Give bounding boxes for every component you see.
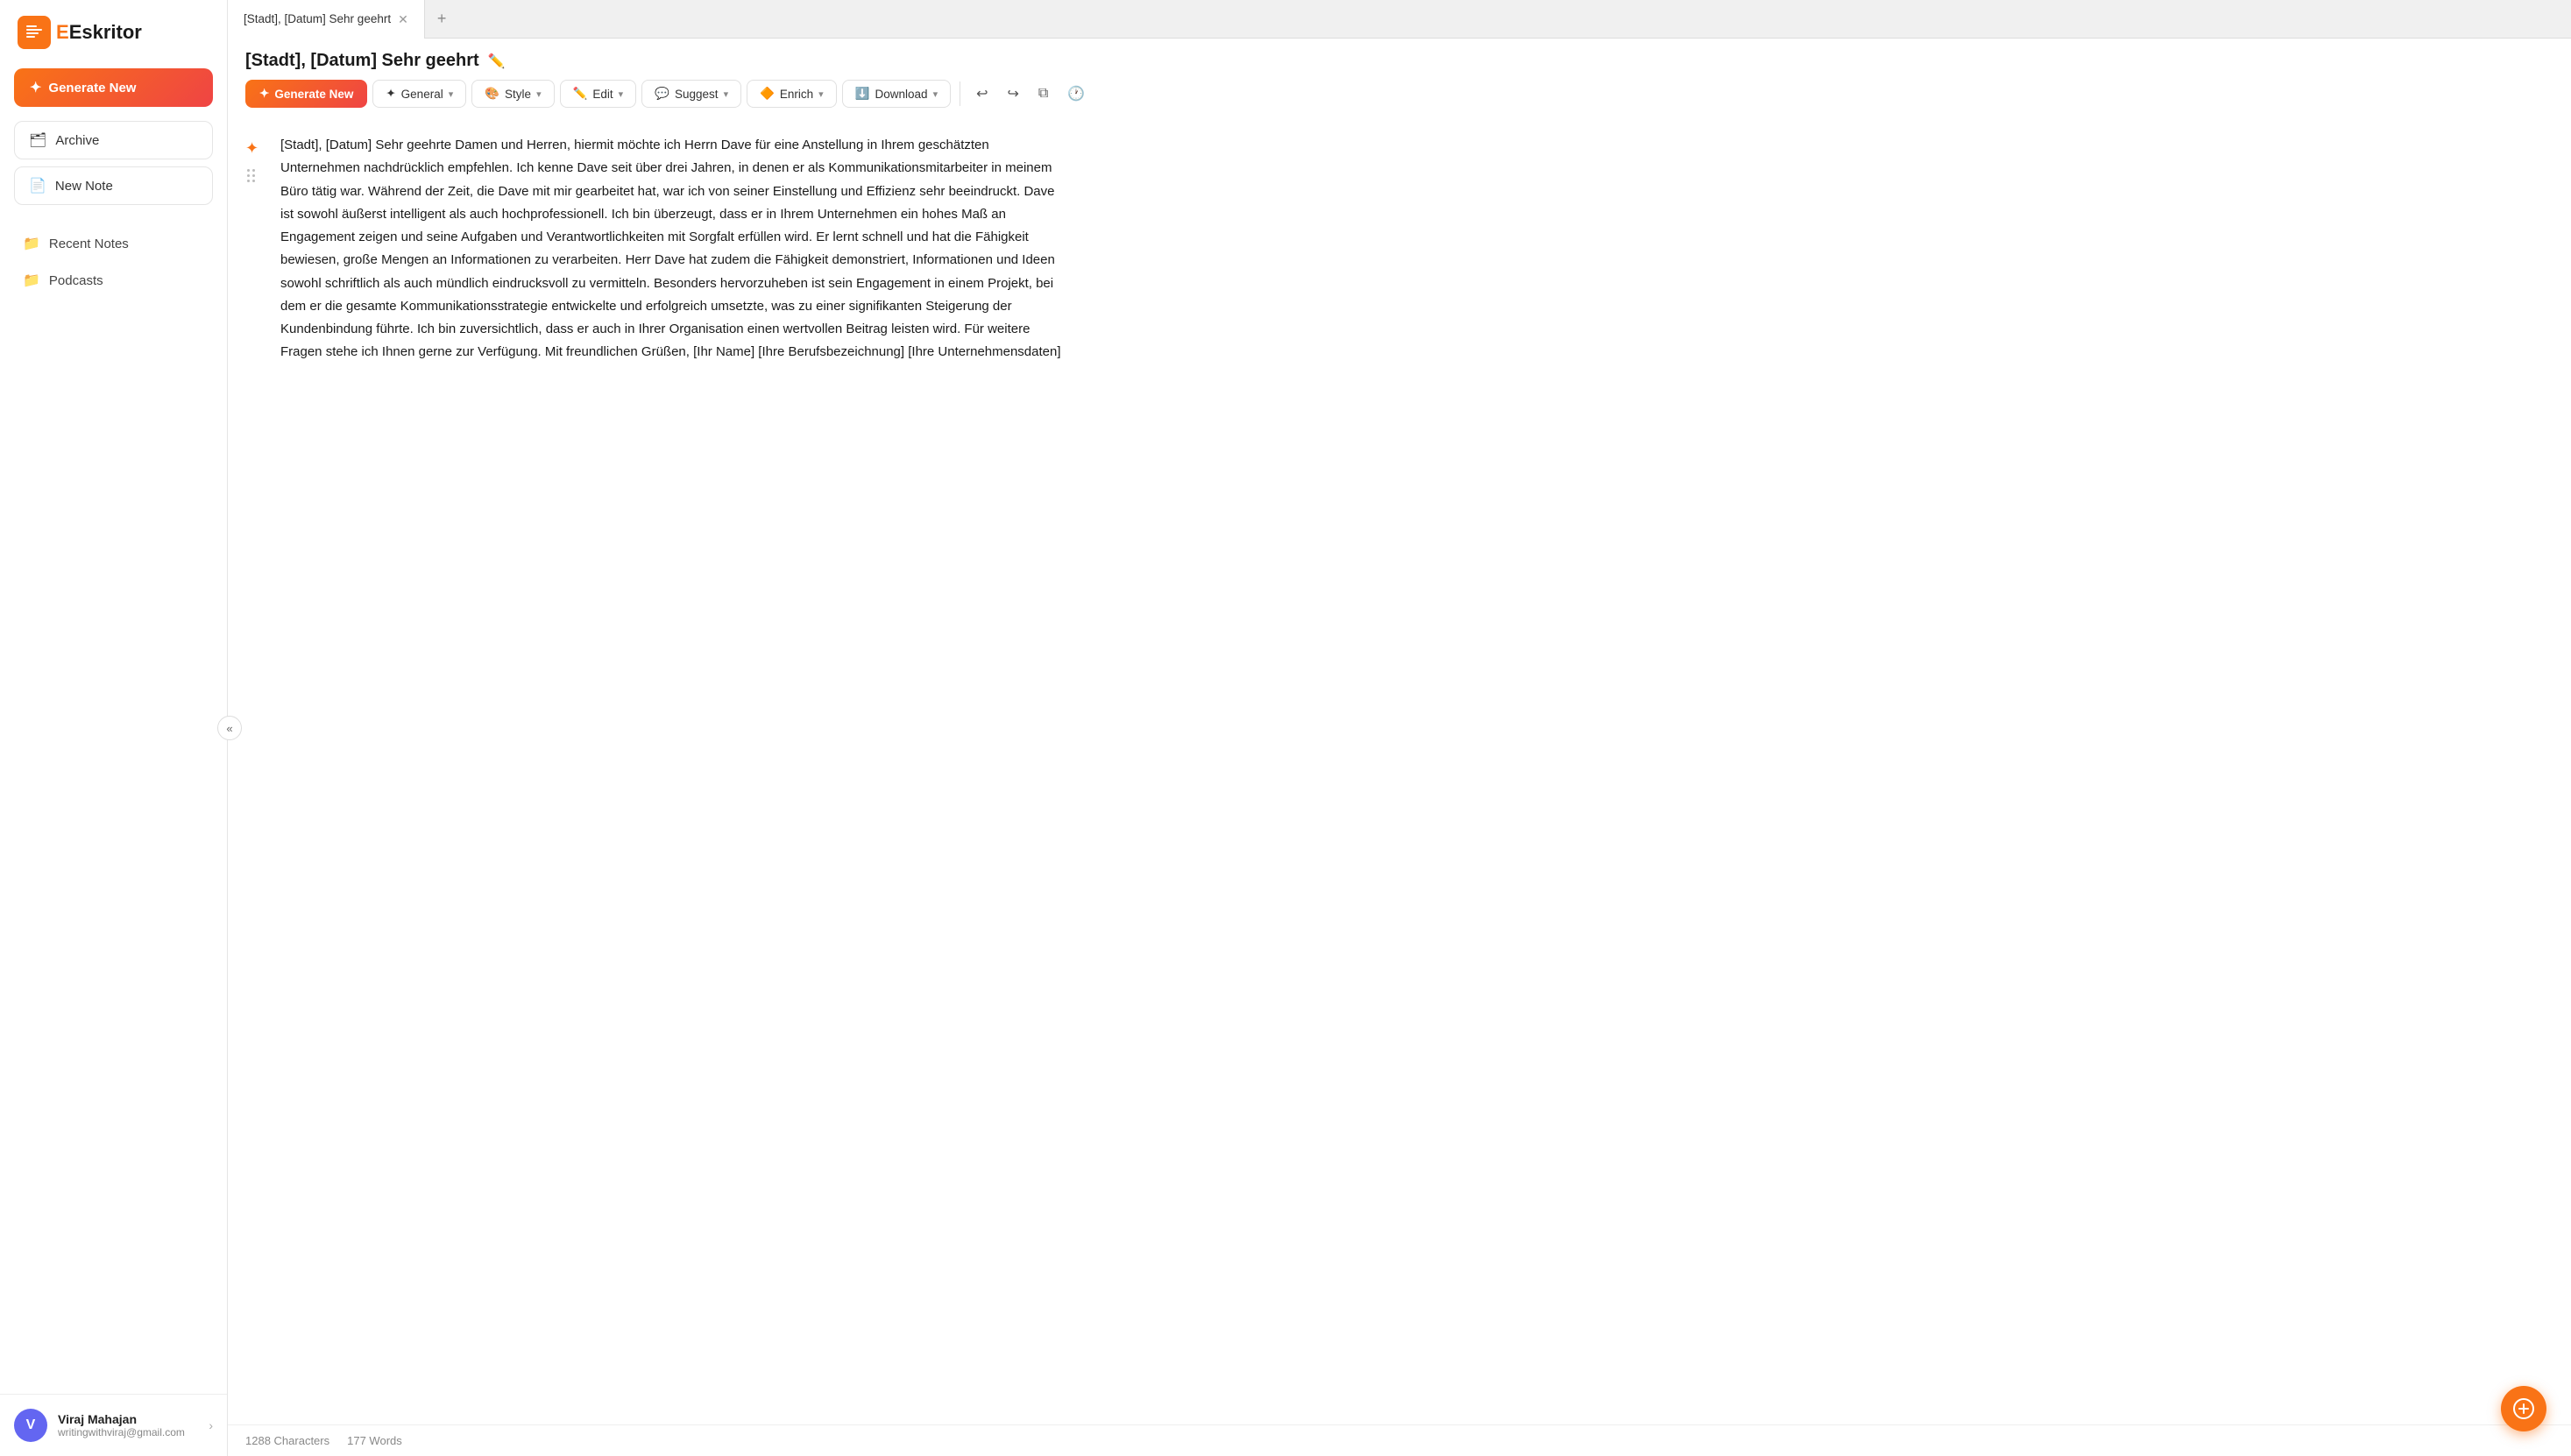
tab-add-button[interactable]: + bbox=[425, 0, 459, 39]
logo-text: EEskritor bbox=[56, 21, 142, 44]
toolbar-spark-icon: ✦ bbox=[259, 87, 269, 101]
enrich-chevron-icon: ▾ bbox=[818, 88, 824, 100]
toolbar-general-button[interactable]: ✦ General ▾ bbox=[372, 80, 466, 108]
content-area[interactable]: ✦ [Stadt], [Datum] Sehr geehrte Damen un… bbox=[228, 117, 2571, 1424]
toolbar-history-button[interactable]: 🕐 bbox=[1060, 80, 1092, 108]
tab-document[interactable]: [Stadt], [Datum] Sehr geehrt ✕ bbox=[228, 0, 425, 39]
drag-handle-dot bbox=[247, 174, 250, 177]
user-email: writingwithviraj@gmail.com bbox=[58, 1426, 198, 1438]
edit-title-icon[interactable]: ✏️ bbox=[488, 53, 506, 70]
word-count: 177 Words bbox=[347, 1434, 402, 1447]
folder-icon-2: 📁 bbox=[23, 272, 40, 289]
new-note-icon: 📄 bbox=[29, 177, 46, 194]
main-content: [Stadt], [Datum] Sehr geehrt ✕ + [Stadt]… bbox=[228, 0, 2571, 1456]
suggest-chevron-icon: ▾ bbox=[724, 88, 729, 100]
user-profile[interactable]: V Viraj Mahajan writingwithviraj@gmail.c… bbox=[0, 1394, 227, 1456]
toolbar: ✦ Generate New ✦ General ▾ 🎨 Style ▾ ✏️ … bbox=[228, 71, 2571, 117]
character-count: 1288 Characters bbox=[245, 1434, 329, 1447]
sparkle-icon: ✦ bbox=[245, 139, 259, 158]
style-chevron-icon: ▾ bbox=[536, 88, 542, 100]
chevron-right-icon[interactable]: › bbox=[209, 1418, 213, 1432]
logo-area: EEskritor bbox=[0, 0, 227, 61]
logo: EEskritor bbox=[18, 16, 142, 49]
tabs-bar: [Stadt], [Datum] Sehr geehrt ✕ + bbox=[228, 0, 2571, 39]
toolbar-edit-button[interactable]: ✏️ Edit ▾ bbox=[560, 80, 637, 108]
toolbar-suggest-button[interactable]: 💬 Suggest ▾ bbox=[641, 80, 741, 108]
generate-new-button[interactable]: ✦ Generate New bbox=[14, 68, 213, 107]
status-bar: 1288 Characters 177 Words bbox=[228, 1424, 2571, 1456]
chat-fab-button[interactable] bbox=[2501, 1386, 2546, 1431]
download-icon: ⬇️ bbox=[855, 87, 870, 101]
toolbar-enrich-button[interactable]: 🔶 Enrich ▾ bbox=[747, 80, 837, 108]
sidebar-item-podcasts[interactable]: 📁 Podcasts bbox=[14, 263, 213, 298]
new-note-button[interactable]: 📄 New Note bbox=[14, 166, 213, 205]
spark-icon: ✦ bbox=[30, 79, 41, 96]
toolbar-undo-button[interactable]: ↩ bbox=[969, 80, 995, 108]
archive-icon: 🗂 bbox=[29, 131, 46, 149]
sidebar-item-recent-notes[interactable]: 📁 Recent Notes bbox=[14, 226, 213, 261]
drag-handle-dot bbox=[252, 180, 255, 182]
toolbar-redo-button[interactable]: ↪ bbox=[1001, 80, 1026, 108]
drag-handle-dot bbox=[252, 169, 255, 172]
general-icon: ✦ bbox=[386, 87, 395, 101]
document-title-bar: [Stadt], [Datum] Sehr geehrt ✏️ bbox=[228, 39, 2571, 71]
user-info: Viraj Mahajan writingwithviraj@gmail.com bbox=[58, 1412, 198, 1438]
drag-handle-dot bbox=[247, 180, 250, 182]
style-icon: 🎨 bbox=[485, 87, 499, 101]
tab-label: [Stadt], [Datum] Sehr geehrt bbox=[244, 12, 391, 25]
archive-button[interactable]: 🗂 Archive bbox=[14, 121, 213, 159]
edit-chevron-icon: ▾ bbox=[619, 88, 624, 100]
toolbar-style-button[interactable]: 🎨 Style ▾ bbox=[471, 80, 554, 108]
document-body[interactable]: [Stadt], [Datum] Sehr geehrte Damen und … bbox=[280, 134, 1069, 364]
toolbar-generate-button[interactable]: ✦ Generate New bbox=[245, 80, 367, 108]
sidebar-nav: 📁 Recent Notes 📁 Podcasts bbox=[0, 226, 227, 300]
folder-icon: 📁 bbox=[23, 235, 40, 252]
enrich-icon: 🔶 bbox=[760, 87, 775, 101]
document-title: [Stadt], [Datum] Sehr geehrt bbox=[245, 51, 479, 71]
general-chevron-icon: ▾ bbox=[449, 88, 454, 100]
tab-close-icon[interactable]: ✕ bbox=[398, 13, 408, 25]
user-name: Viraj Mahajan bbox=[58, 1412, 198, 1426]
drag-handle-dot bbox=[247, 169, 250, 172]
download-chevron-icon: ▾ bbox=[933, 88, 938, 100]
toolbar-copy-button[interactable]: ⧉ bbox=[1031, 81, 1055, 107]
avatar: V bbox=[14, 1409, 47, 1442]
collapse-sidebar-button[interactable]: « bbox=[217, 716, 242, 740]
suggest-icon: 💬 bbox=[655, 87, 669, 101]
drag-handle-dot bbox=[252, 174, 255, 177]
toolbar-download-button[interactable]: ⬇️ Download ▾ bbox=[842, 80, 951, 108]
logo-icon bbox=[18, 16, 51, 49]
sidebar: EEskritor ✦ Generate New 🗂 Archive 📄 New… bbox=[0, 0, 228, 1456]
edit-icon: ✏️ bbox=[573, 87, 588, 101]
